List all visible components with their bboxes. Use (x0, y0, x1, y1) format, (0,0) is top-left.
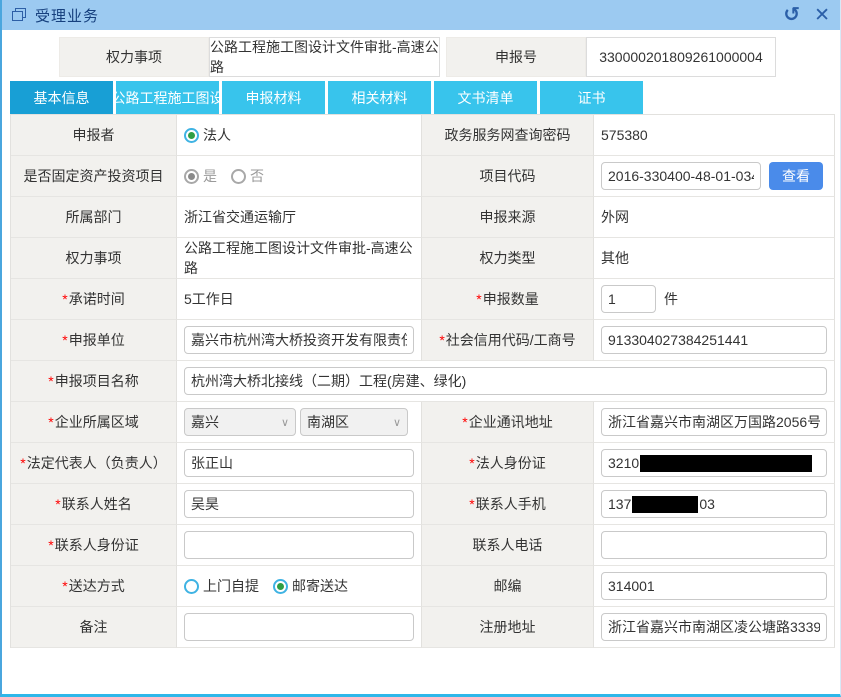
declarant-label: 申报者 (11, 115, 177, 156)
view-button[interactable]: 查看 (769, 162, 823, 190)
table-row: *联系人姓名 *联系人手机 13703 (11, 484, 835, 525)
mail-delivery-radio[interactable] (273, 579, 288, 594)
declare-count-label: *申报数量 (422, 279, 594, 320)
table-row: 权力事项 公路工程施工图设计文件审批-高速公路 权力类型 其他 (11, 238, 835, 279)
contact-id-label: *联系人身份证 (11, 525, 177, 566)
contact-name-label: *联系人姓名 (11, 484, 177, 525)
table-row: 是否固定资产投资项目 是 否 项目代码 查看 (11, 156, 835, 197)
redaction-block (632, 496, 698, 513)
fixed-asset-no-radio[interactable] (231, 169, 246, 184)
window-title: 受理业务 (35, 5, 99, 26)
legal-id-input[interactable]: 3210 (601, 449, 827, 477)
credit-code-input[interactable] (601, 326, 827, 354)
credit-code-label: *社会信用代码/工商号 (422, 320, 594, 361)
declare-no-value: 330000201809261000004 (586, 37, 776, 77)
header-strip: 权力事项 公路工程施工图设计文件审批-高速公路 申报号 330000201809… (59, 37, 840, 77)
legal-person-radio-label: 法人 (203, 125, 231, 145)
legal-person-input[interactable] (184, 449, 414, 477)
project-code-label: 项目代码 (422, 156, 594, 197)
contact-mobile-label: *联系人手机 (422, 484, 594, 525)
table-row: *企业所属区域 嘉兴∨ 南湖区∨ *企业通讯地址 (11, 402, 835, 443)
tab-certificate[interactable]: 证书 (540, 81, 643, 114)
region-label: *企业所属区域 (11, 402, 177, 443)
promise-time-value: 5工作日 (177, 279, 422, 320)
reg-address-label: 注册地址 (422, 607, 594, 648)
accept-business-window: 受理业务 ↺ ✕ 权力事项 公路工程施工图设计文件审批-高速公路 申报号 330… (0, 0, 841, 697)
fixed-asset-yes-radio[interactable] (184, 169, 199, 184)
postcode-label: 邮编 (422, 566, 594, 607)
contact-phone-input[interactable] (601, 531, 827, 559)
tab-related-materials[interactable]: 相关材料 (328, 81, 431, 114)
district-select[interactable]: 南湖区∨ (300, 408, 408, 436)
department-value: 浙江省交通运输厅 (177, 197, 422, 238)
declare-count-unit: 件 (664, 289, 678, 309)
declare-source-label: 申报来源 (422, 197, 594, 238)
table-row: *承诺时间 5工作日 *申报数量 件 (11, 279, 835, 320)
legal-id-label: *法人身份证 (422, 443, 594, 484)
table-row: 备注 注册地址 (11, 607, 835, 648)
project-code-input[interactable] (601, 162, 761, 190)
table-row: *申报项目名称 (11, 361, 835, 402)
tab-document-list[interactable]: 文书清单 (434, 81, 537, 114)
department-label: 所属部门 (11, 197, 177, 238)
table-row: *送达方式 上门自提 邮寄送达 邮编 (11, 566, 835, 607)
declare-source-value: 外网 (594, 197, 835, 238)
power-item-header-value: 公路工程施工图设计文件审批-高速公路 (209, 37, 440, 77)
contact-phone-label: 联系人电话 (422, 525, 594, 566)
fixed-asset-label: 是否固定资产投资项目 (11, 156, 177, 197)
remark-label: 备注 (11, 607, 177, 648)
contact-id-input[interactable] (184, 531, 414, 559)
table-row: 申报者 法人 政务服务网查询密码 575380 (11, 115, 835, 156)
power-type-value: 其他 (594, 238, 835, 279)
close-icon[interactable]: ✕ (814, 6, 830, 25)
tab-basic-info[interactable]: 基本信息 (10, 81, 113, 114)
postcode-input[interactable] (601, 572, 827, 600)
titlebar: 受理业务 ↺ ✕ (2, 0, 840, 30)
declare-no-label: 申报号 (446, 37, 586, 77)
chevron-down-icon: ∨ (281, 416, 289, 429)
company-address-input[interactable] (601, 408, 827, 436)
reg-address-input[interactable] (601, 613, 827, 641)
declare-unit-input[interactable] (184, 326, 414, 354)
project-name-label: *申报项目名称 (11, 361, 177, 402)
pickup-radio[interactable] (184, 579, 199, 594)
declare-count-input[interactable] (601, 285, 656, 313)
power-item-label: 权力事项 (11, 238, 177, 279)
contact-name-input[interactable] (184, 490, 414, 518)
empty-area (2, 648, 840, 694)
tab-declare-materials[interactable]: 申报材料 (222, 81, 325, 114)
table-row: *申报单位 *社会信用代码/工商号 (11, 320, 835, 361)
legal-person-radio[interactable] (184, 128, 199, 143)
form-window-icon (12, 8, 27, 22)
power-item-header-label: 权力事项 (59, 37, 209, 77)
declare-unit-label: *申报单位 (11, 320, 177, 361)
redaction-block (640, 455, 812, 472)
city-select[interactable]: 嘉兴∨ (184, 408, 296, 436)
refresh-icon[interactable]: ↺ (783, 5, 800, 25)
power-item-value: 公路工程施工图设计文件审批-高速公路 (177, 238, 422, 279)
contact-mobile-input[interactable]: 13703 (601, 490, 827, 518)
delivery-label: *送达方式 (11, 566, 177, 607)
tab-bar: 基本信息 公路工程施工图设 申报材料 相关材料 文书清单 证书 (2, 81, 840, 114)
query-password-value: 575380 (594, 115, 835, 156)
basic-info-form: 申报者 法人 政务服务网查询密码 575380 是否固定资产投资项目 是 否 项… (10, 114, 835, 648)
query-password-label: 政务服务网查询密码 (422, 115, 594, 156)
legal-person-label: *法定代表人（负责人） (11, 443, 177, 484)
company-address-label: *企业通讯地址 (422, 402, 594, 443)
power-type-label: 权力类型 (422, 238, 594, 279)
remark-input[interactable] (184, 613, 414, 641)
table-row: *联系人身份证 联系人电话 (11, 525, 835, 566)
project-name-input[interactable] (184, 367, 827, 395)
table-row: *法定代表人（负责人） *法人身份证 3210 (11, 443, 835, 484)
table-row: 所属部门 浙江省交通运输厅 申报来源 外网 (11, 197, 835, 238)
tab-construction-drawing[interactable]: 公路工程施工图设 (116, 81, 219, 114)
promise-time-label: *承诺时间 (11, 279, 177, 320)
chevron-down-icon: ∨ (393, 416, 401, 429)
